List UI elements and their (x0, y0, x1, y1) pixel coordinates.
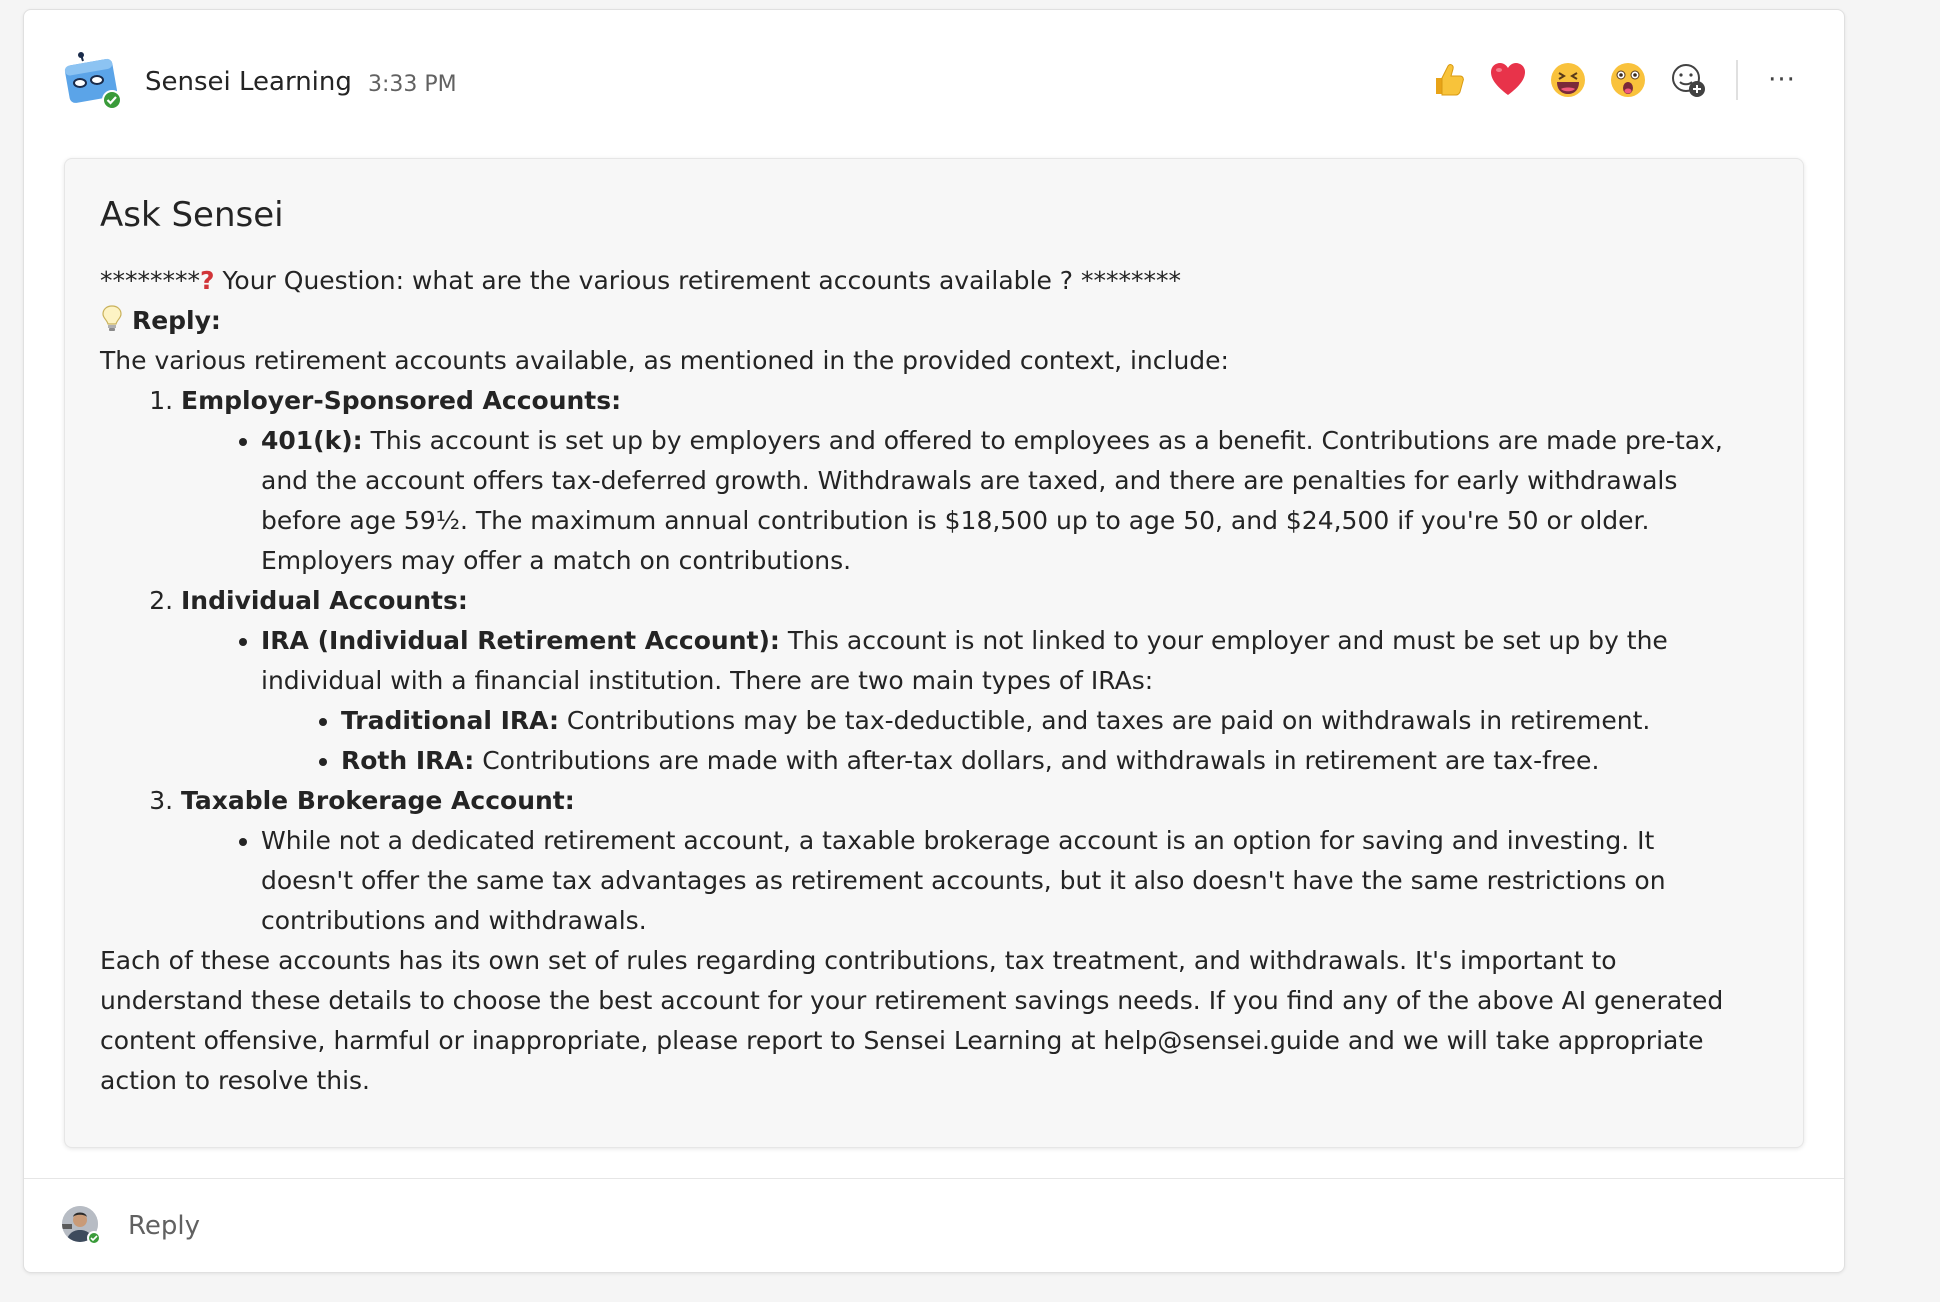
list-item: While not a dedicated retirement account… (261, 821, 1780, 941)
closing-text: content offensive, harmful or inappropri… (100, 1026, 1704, 1055)
bullet-text: Contributions are made with after-tax do… (474, 746, 1600, 775)
react-like-button[interactable] (1426, 58, 1470, 102)
term-401k: 401(k): (261, 426, 363, 455)
term-roth-ira: Roth IRA: (341, 746, 475, 775)
more-options-button[interactable]: ··· (1760, 58, 1804, 102)
list-item: Traditional IRA: Contributions may be ta… (341, 701, 1780, 741)
question-mark-icon: ? (200, 266, 215, 295)
sub-list: 401(k): This account is set up by employ… (181, 421, 1780, 581)
closing-text: understand these details to choose the b… (100, 986, 1724, 1015)
list-item: Taxable Brokerage Account: While not a d… (181, 781, 1780, 941)
term-ira: IRA (Individual Retirement Account): (261, 626, 780, 655)
robot-icon (64, 52, 122, 110)
list-item: Individual Accounts: IRA (Individual Ret… (181, 581, 1780, 781)
bullet-text: contributions and withdrawals. (261, 906, 647, 935)
bullet-text: This account is not linked to your emplo… (779, 626, 1668, 655)
bullet-text: before age 59½. The maximum annual contr… (261, 506, 1650, 535)
list-item: Roth IRA: Contributions are made with af… (341, 741, 1780, 781)
laughing-face-icon (1551, 63, 1585, 97)
question-text: Your Question: what are the various reti… (214, 266, 1181, 295)
term-traditional-ira: Traditional IRA: (341, 706, 559, 735)
bullet-text: doesn't offer the same tax advantages as… (261, 866, 1666, 895)
user-avatar (60, 1204, 104, 1248)
lightbulb-icon (100, 304, 124, 334)
bullet-text: While not a dedicated retirement account… (261, 826, 1655, 855)
bullet-text: Contributions may be tax-deductible, and… (558, 706, 1651, 735)
adaptive-card: Ask Sensei ********? Your Question: what… (64, 158, 1804, 1148)
bullet-text: individual with a financial institution.… (261, 666, 1154, 695)
bullet-text: Employers may offer a match on contribut… (261, 546, 852, 575)
reply-heading: Reply: (100, 301, 1780, 341)
reaction-bar: ··· (1410, 55, 1804, 105)
sub-list: IRA (Individual Retirement Account): Thi… (181, 621, 1780, 781)
list-item: 401(k): This account is set up by employ… (261, 421, 1780, 581)
reply-button[interactable]: Reply (60, 1196, 200, 1256)
react-laugh-button[interactable] (1546, 58, 1590, 102)
bot-avatar[interactable] (64, 51, 124, 111)
closing-text: Each of these accounts has its own set o… (100, 946, 1617, 975)
heart-icon (1491, 63, 1525, 95)
sub-list: While not a dedicated retirement account… (181, 821, 1780, 941)
section-heading: Taxable Brokerage Account: (181, 786, 575, 815)
message-timestamp: 3:33 PM (368, 72, 457, 97)
question-stars: ******** (100, 266, 200, 295)
message-container: Sensei Learning 3:33 PM ··· Ask Sensei *… (23, 9, 1845, 1273)
card-title: Ask Sensei (100, 195, 284, 235)
reaction-divider (1736, 60, 1738, 100)
closing-text: action to resolve this. (100, 1066, 371, 1095)
intro-text: The various retirement accounts availabl… (100, 346, 1229, 375)
bullet-text: and the account offers tax-deferred grow… (261, 466, 1678, 495)
add-reaction-button[interactable] (1666, 58, 1710, 102)
sender-name[interactable]: Sensei Learning (145, 67, 352, 97)
accounts-list: Employer-Sponsored Accounts: 401(k): Thi… (100, 381, 1780, 941)
add-reaction-icon (1672, 64, 1705, 97)
section-heading: Employer-Sponsored Accounts: (181, 386, 622, 415)
reply-label: Reply: (131, 306, 221, 335)
footer-divider (24, 1178, 1844, 1179)
reply-label: Reply (128, 1211, 201, 1241)
list-item: Employer-Sponsored Accounts: 401(k): Thi… (181, 381, 1780, 581)
card-body: ********? Your Question: what are the va… (100, 261, 1780, 1101)
ira-types-list: Traditional IRA: Contributions may be ta… (261, 701, 1780, 781)
bullet-text: This account is set up by employers and … (362, 426, 1723, 455)
thumbs-up-icon (1436, 64, 1464, 96)
list-item: IRA (Individual Retirement Account): Thi… (261, 621, 1780, 781)
user-photo-icon (62, 1206, 101, 1245)
question-line: ********? Your Question: what are the va… (100, 261, 1780, 301)
react-surprised-button[interactable] (1606, 58, 1650, 102)
react-heart-button[interactable] (1486, 58, 1530, 102)
message-header: Sensei Learning 3:33 PM ··· (64, 45, 1804, 125)
surprised-face-icon (1611, 63, 1645, 97)
more-options-icon: ··· (1768, 65, 1796, 95)
section-heading: Individual Accounts: (181, 586, 468, 615)
